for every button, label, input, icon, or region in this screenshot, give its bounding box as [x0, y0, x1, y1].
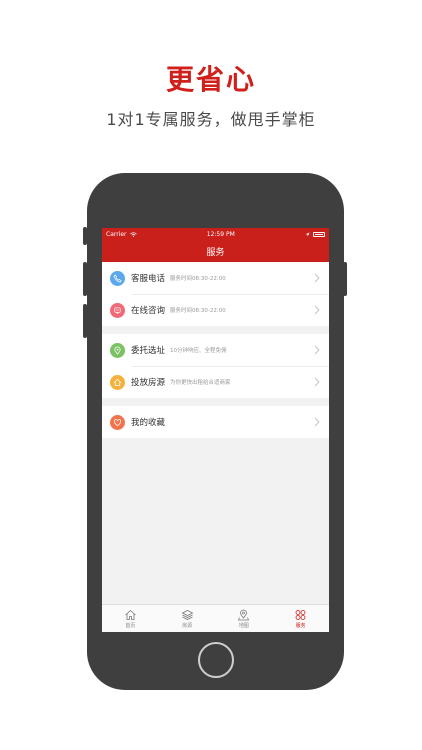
row-title: 投放房源 — [131, 378, 166, 388]
tab-listings[interactable]: 房源 — [159, 605, 216, 632]
tab-service[interactable]: 服务 — [272, 605, 329, 632]
nav-title: 服务 — [206, 247, 225, 258]
service-row-list-property[interactable]: 投放房源 为你更快出租给合适商家 — [102, 366, 329, 398]
nav-bar: 服务 — [102, 240, 329, 262]
battery-icon — [313, 231, 325, 237]
service-row-online[interactable]: 在线咨询 服务时间08:30-22:00 — [102, 294, 329, 326]
chevron-right-icon — [314, 417, 320, 427]
app-screen: Carrier 12:59 PM 服务 客服电话 服务时间08:30-22:00… — [102, 228, 329, 632]
service-group-property: 委托选址 10分钟响应、全程免佣 投放房源 为你更快出租给合适商家 — [102, 334, 329, 398]
status-bar: Carrier 12:59 PM — [102, 228, 329, 240]
chevron-right-icon — [314, 305, 320, 315]
tab-bar: 首页 房源 地图 服务 — [102, 604, 329, 632]
tab-label: 首页 — [125, 622, 136, 629]
home-icon — [125, 609, 136, 620]
carrier-label: Carrier — [106, 230, 127, 238]
tab-map[interactable]: 地图 — [216, 605, 273, 632]
row-title: 我的收藏 — [131, 418, 166, 428]
service-row-site-selection[interactable]: 委托选址 10分钟响应、全程免佣 — [102, 334, 329, 366]
row-title: 在线咨询 — [131, 306, 166, 316]
row-desc: 服务时间08:30-22:00 — [170, 276, 226, 282]
service-group-favorites: 我的收藏 — [102, 406, 329, 438]
tab-home[interactable]: 首页 — [102, 605, 159, 632]
row-desc: 10分钟响应、全程免佣 — [170, 348, 227, 354]
row-title: 客服电话 — [131, 274, 166, 284]
row-title: 委托选址 — [131, 346, 166, 356]
service-group-contact: 客服电话 服务时间08:30-22:00 在线咨询 服务时间08:30-22:0… — [102, 262, 329, 326]
phone-frame: Carrier 12:59 PM 服务 客服电话 服务时间08:30-22:00… — [87, 173, 344, 690]
house-icon — [110, 374, 125, 390]
chevron-right-icon — [314, 377, 320, 387]
row-desc: 为你更快出租给合适商家 — [170, 380, 231, 386]
phone-icon — [110, 270, 125, 286]
chevron-right-icon — [314, 345, 320, 355]
tab-label: 服务 — [295, 622, 306, 629]
layers-icon — [181, 609, 194, 620]
service-icon — [295, 609, 306, 620]
chat-icon — [110, 302, 125, 318]
promo-headline: 更省心 — [165, 63, 256, 96]
wifi-icon — [129, 231, 137, 237]
promo-subline: 1对1专属服务，做甩手掌柜 — [106, 110, 316, 129]
service-row-hotline[interactable]: 客服电话 服务时间08:30-22:00 — [102, 262, 329, 294]
location-icon — [110, 342, 125, 358]
location-arrow-icon — [305, 232, 310, 236]
phone-home-button — [198, 642, 234, 678]
heart-icon — [110, 414, 125, 430]
tab-label: 地图 — [238, 622, 249, 629]
service-row-favorites[interactable]: 我的收藏 — [102, 406, 329, 438]
status-time: 12:59 PM — [206, 230, 235, 238]
map-pin-icon — [238, 609, 250, 620]
chevron-right-icon — [314, 273, 320, 283]
row-desc: 服务时间08:30-22:00 — [170, 308, 226, 314]
tab-label: 房源 — [182, 622, 193, 629]
